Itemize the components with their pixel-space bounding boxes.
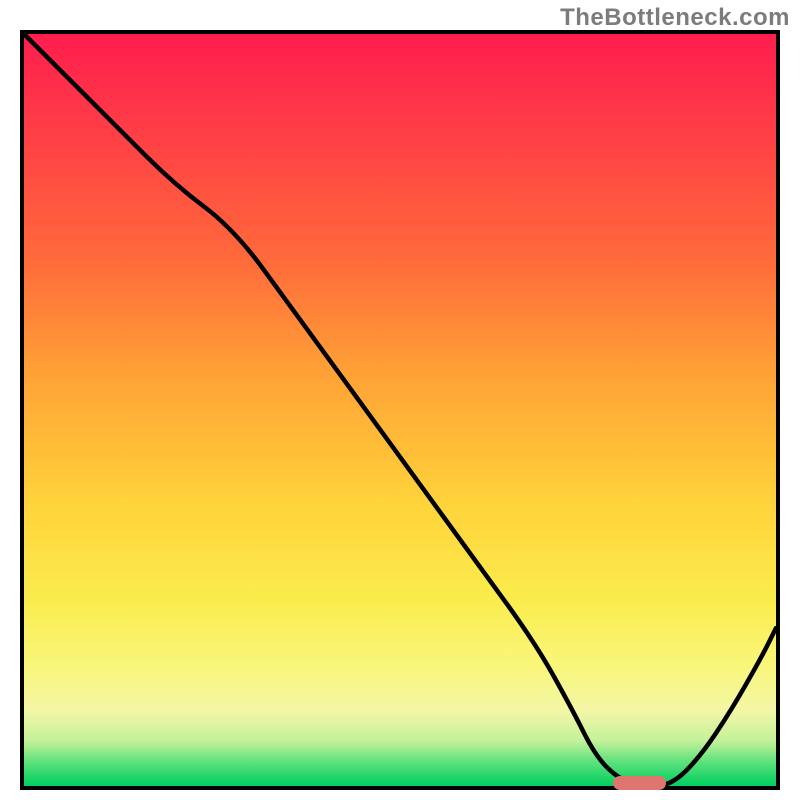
- bottleneck-curve: [24, 34, 776, 786]
- watermark-label: TheBottleneck.com: [560, 4, 790, 32]
- plot-frame: [20, 30, 780, 790]
- chart-container: TheBottleneck.com: [0, 0, 800, 800]
- optimum-marker: [613, 776, 666, 790]
